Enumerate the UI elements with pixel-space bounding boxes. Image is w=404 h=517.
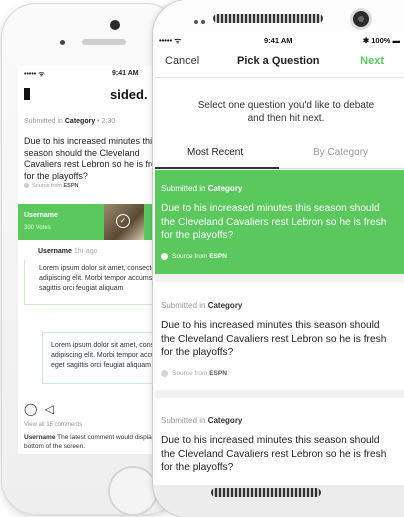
send-icon[interactable]: ◁: [45, 402, 54, 416]
question-card[interactable]: Submitted in Category Due to his increas…: [155, 287, 404, 391]
comment-time: 1hr ago: [73, 248, 98, 255]
source-icon: [161, 370, 168, 377]
status-bar: ••••• ᯤ 9:41 AM: [24, 70, 154, 80]
question-source: Source from ESPN: [24, 183, 78, 189]
source-icon: [161, 253, 168, 260]
navigation-bar: Cancel Pick a Question Next: [155, 51, 404, 71]
meta-prefix: Submitted in: [24, 118, 63, 125]
signal-indicator: ••••• ᯤ: [24, 71, 45, 78]
card-source-name: ESPN: [209, 253, 227, 261]
signal-indicator: ••••• ᯤ: [159, 36, 182, 45]
comment-text: Lorem ipsum dolor sit amet, consectetur …: [39, 265, 160, 292]
front-camera-icon: [110, 20, 120, 30]
source-prefix: Source from: [32, 183, 62, 189]
comment-bubble-icon[interactable]: ◯: [24, 402, 37, 416]
card-category: Category: [207, 416, 243, 425]
source-icon: [24, 183, 29, 189]
vote-username: Username: [24, 212, 58, 219]
home-button[interactable]: [108, 466, 158, 516]
card-separator: [155, 390, 404, 398]
logo-mark-icon: [24, 88, 30, 100]
sensor-dot: [194, 20, 198, 24]
card-separator: [155, 274, 404, 282]
earpiece-speaker: [213, 14, 323, 23]
back-screen: ••••• ᯤ 9:41 AM sided. Submitted in Cate…: [18, 66, 160, 454]
latest-comment: Username The latest comment would displa…: [24, 433, 160, 451]
cancel-button[interactable]: Cancel: [165, 55, 199, 67]
phone-bottom-bezel: [153, 485, 404, 517]
card-question: Due to his increased minutes this season…: [161, 320, 387, 358]
battery-indicator: ✱ 100% ▬: [362, 36, 400, 45]
comment-username: Username: [38, 248, 72, 255]
meta-category-link[interactable]: Category: [65, 118, 95, 125]
earpiece-speaker: [82, 39, 126, 45]
card-category: Category: [207, 301, 243, 310]
sensor-dot: [201, 20, 205, 24]
front-screen: ••••• ᯤ 9:41 AM ✱ 100% ▬ Cancel Pick a Q…: [155, 33, 404, 485]
status-time: 9:41 AM: [264, 36, 293, 45]
check-circle-icon: ✓: [116, 214, 130, 228]
app-logo: sided.: [110, 87, 148, 102]
question-meta: Submitted in Category • 2:30: [24, 118, 115, 125]
status-time: 9:41 AM: [112, 70, 139, 77]
card-source: Source from ESPN: [161, 370, 227, 377]
next-button[interactable]: Next: [360, 55, 384, 67]
latest-comment-username: Username: [24, 434, 56, 441]
question-card[interactable]: Submitted in Category Due to his increas…: [155, 402, 404, 485]
comment-author: Username 1hr ago: [38, 248, 98, 255]
bottom-speaker-grille: [211, 488, 321, 497]
card-meta-prefix: Submitted in: [161, 184, 206, 193]
comment-thread-line: Lorem ipsum dolor sit amet, consectetur …: [24, 260, 160, 305]
reply-box[interactable]: Lorem ipsum dolor sit amet, consectetur …: [42, 332, 160, 384]
camera-icon: [353, 11, 369, 27]
card-category: Category: [207, 184, 243, 193]
question-card-selected[interactable]: Submitted in Category Due to his increas…: [155, 170, 404, 274]
sensor-dot: [60, 40, 65, 45]
instruction-text: Select one question you'd like to debate…: [197, 100, 375, 124]
card-question: Due to his increased minutes this season…: [161, 203, 387, 241]
card-meta-prefix: Submitted in: [161, 416, 206, 425]
card-meta-prefix: Submitted in: [161, 301, 206, 310]
card-source: Source from ESPN: [161, 253, 227, 260]
card-meta: Submitted in Category: [161, 301, 242, 310]
action-icons: ◯ ◁: [24, 402, 54, 416]
status-bar: ••••• ᯤ 9:41 AM ✱ 100% ▬: [159, 36, 400, 48]
card-source-prefix: Source from: [172, 370, 208, 378]
reply-text: Lorem ipsum dolor sit amet, consectetur …: [51, 342, 160, 369]
question-text: Due to his increased minutes this season…: [24, 136, 160, 181]
front-phone: ••••• ᯤ 9:41 AM ✱ 100% ▬ Cancel Pick a Q…: [153, 0, 404, 517]
vote-bar[interactable]: Username 300 Votes ✓: [18, 204, 160, 240]
card-meta: Submitted in Category: [161, 184, 242, 193]
page-title: Pick a Question: [237, 55, 320, 67]
tab-divider: [279, 168, 404, 169]
card-meta: Submitted in Category: [161, 416, 242, 425]
tab-by-category[interactable]: By Category: [313, 147, 368, 158]
card-question: Due to his increased minutes this season…: [161, 435, 387, 473]
tab-most-recent[interactable]: Most Recent: [187, 147, 243, 158]
view-all-comments-link[interactable]: View all 15 comments: [24, 422, 82, 428]
card-source-prefix: Source from: [172, 253, 208, 261]
source-name: ESPN: [63, 183, 79, 189]
vote-count: 300 Votes: [24, 225, 51, 231]
tab-bar: Most Recent By Category: [155, 147, 404, 169]
divider: [155, 77, 404, 78]
meta-time: • 2:30: [97, 118, 116, 125]
active-tab-indicator: [155, 167, 279, 169]
card-source-name: ESPN: [209, 370, 227, 378]
